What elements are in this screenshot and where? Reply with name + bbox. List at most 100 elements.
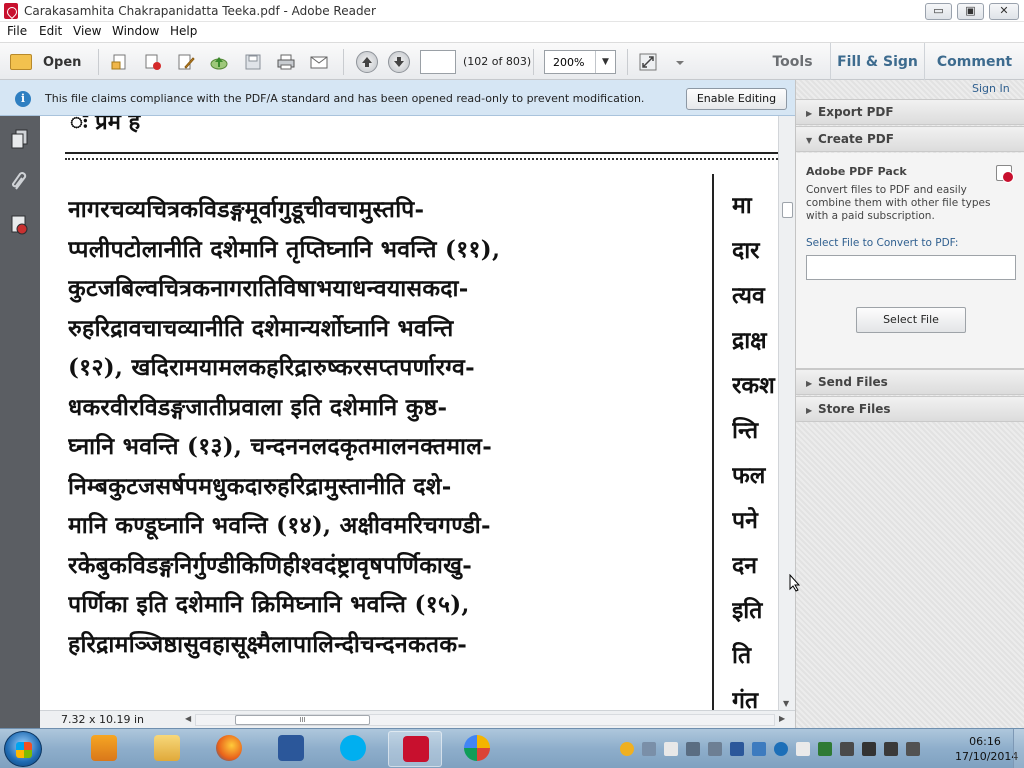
- title-bar: Carakasamhita Chakrapanidatta Teeka.pdf …: [0, 0, 1024, 22]
- document-top-fragment: ः प्रमं ह: [70, 116, 141, 135]
- send-files-header[interactable]: ▶ Send Files: [796, 369, 1024, 395]
- customize-toolbar-button[interactable]: [668, 50, 692, 74]
- chevron-down-icon[interactable]: ▼: [595, 51, 615, 73]
- tray-app-icon[interactable]: [642, 742, 656, 756]
- page-thumbnails-icon[interactable]: [9, 128, 31, 150]
- menu-view[interactable]: View: [73, 24, 101, 38]
- taskbar-adobe-reader[interactable]: [388, 731, 442, 767]
- taskbar-explorer[interactable]: [140, 731, 194, 767]
- update-icon[interactable]: [774, 742, 788, 756]
- store-files-header[interactable]: ▶ Store Files: [796, 396, 1024, 422]
- maximize-button[interactable]: ▣: [957, 3, 984, 20]
- tray-app-icon[interactable]: [620, 742, 634, 756]
- taskbar-firefox[interactable]: [202, 731, 256, 767]
- enable-editing-button[interactable]: Enable Editing: [686, 88, 787, 110]
- export-pdf-header[interactable]: ▶ Export PDF: [796, 99, 1024, 125]
- horizontal-scrollbar[interactable]: ◀ III ▶: [185, 714, 785, 726]
- tray-app-icon[interactable]: [840, 742, 854, 756]
- vertical-scrollbar[interactable]: ▼: [778, 116, 795, 710]
- right-column-line: द्राक्ष: [732, 327, 767, 354]
- show-desktop-button[interactable]: [1013, 729, 1024, 768]
- document-line: (१२), खदिरामयामलकहरिद्रारुष्करसप्तपर्णार…: [68, 354, 475, 381]
- tray-app-icon[interactable]: [906, 742, 920, 756]
- zoom-select[interactable]: 200% ▼: [544, 50, 616, 74]
- right-column-line: फल: [732, 462, 766, 489]
- export-pdf-label: Export PDF: [818, 105, 894, 119]
- vertical-scroll-thumb[interactable]: [782, 202, 793, 218]
- send-files-label: Send Files: [818, 375, 888, 389]
- menu-file[interactable]: File: [7, 24, 27, 38]
- taskbar-picasa[interactable]: [450, 731, 504, 767]
- signatures-icon[interactable]: [9, 214, 31, 236]
- adobe-reader-icon: [4, 3, 18, 19]
- sign-in-link[interactable]: Sign In: [972, 82, 1010, 95]
- right-column-line: त्यव: [732, 282, 765, 309]
- create-pdf-button[interactable]: [108, 50, 132, 74]
- horizontal-scroll-thumb[interactable]: III: [235, 715, 370, 725]
- scroll-right-arrow-icon[interactable]: ▶: [779, 714, 785, 723]
- menu-edit[interactable]: Edit: [39, 24, 62, 38]
- create-pdf-body: Adobe PDF Pack Convert files to PDF and …: [796, 153, 1024, 369]
- file-to-convert-field[interactable]: [806, 255, 1016, 280]
- combine-pdf-button[interactable]: [141, 50, 165, 74]
- word-tray-icon[interactable]: [730, 742, 744, 756]
- start-button[interactable]: [4, 731, 42, 767]
- store-files-label: Store Files: [818, 402, 891, 416]
- scroll-left-arrow-icon[interactable]: ◀: [185, 714, 191, 723]
- clock-date[interactable]: 17/10/2014: [955, 750, 1018, 763]
- create-pdf-header[interactable]: ▼ Create PDF: [796, 126, 1024, 152]
- previous-page-button[interactable]: [356, 51, 378, 73]
- taskbar-word[interactable]: [264, 731, 318, 767]
- chevron-down-icon: ▼: [806, 136, 813, 145]
- email-button[interactable]: [307, 50, 331, 74]
- upload-button[interactable]: [207, 50, 231, 74]
- page-number-input[interactable]: [420, 50, 456, 74]
- tray-app-icon[interactable]: [862, 742, 876, 756]
- taskbar: 06:16 17/10/2014: [0, 728, 1024, 768]
- info-message: This file claims compliance with the PDF…: [45, 92, 645, 105]
- pdf-pack-icon[interactable]: [996, 165, 1014, 183]
- dropdown-caret-icon: [676, 61, 684, 65]
- tray-app-icon[interactable]: [818, 742, 832, 756]
- attachments-icon[interactable]: [9, 171, 31, 193]
- edit-pdf-button[interactable]: [174, 50, 198, 74]
- save-icon: [245, 54, 261, 70]
- navigation-pane: [0, 116, 40, 728]
- create-pdf-label: Create PDF: [818, 132, 894, 146]
- document-view[interactable]: ः प्रमं ह नागरचव्यचित्रकविडङ्गमूर्वागुडू…: [40, 116, 778, 710]
- edit-icon: [178, 54, 195, 70]
- tab-tools[interactable]: Tools: [755, 43, 830, 81]
- select-file-label: Select File to Convert to PDF:: [806, 237, 959, 249]
- save-button[interactable]: [241, 50, 265, 74]
- clock-time[interactable]: 06:16: [955, 735, 1015, 748]
- taskbar-media-player[interactable]: [77, 731, 131, 767]
- network-icon[interactable]: [686, 742, 700, 756]
- scroll-down-arrow-icon[interactable]: ▼: [783, 699, 789, 708]
- right-column-line: ति: [732, 642, 752, 669]
- tray-app-icon[interactable]: [796, 742, 810, 756]
- open-button[interactable]: Open: [8, 50, 86, 74]
- next-page-button[interactable]: [388, 51, 410, 73]
- tab-comment[interactable]: Comment: [925, 43, 1024, 81]
- action-center-flag-icon[interactable]: [664, 742, 678, 756]
- select-file-button[interactable]: Select File: [856, 307, 966, 333]
- print-button[interactable]: [274, 50, 298, 74]
- tab-fill-sign[interactable]: Fill & Sign: [830, 43, 925, 81]
- menu-help[interactable]: Help: [170, 24, 197, 38]
- tray-app-icon[interactable]: [884, 742, 898, 756]
- page-dimensions: 7.32 x 10.19 in: [61, 713, 145, 726]
- minimize-button[interactable]: ▭: [925, 3, 952, 20]
- full-screen-button[interactable]: [636, 50, 660, 74]
- taskbar-skype[interactable]: [326, 731, 380, 767]
- arrow-down-icon: [394, 57, 404, 67]
- right-column-line: पने: [732, 507, 758, 534]
- volume-icon[interactable]: [708, 742, 722, 756]
- document-line: प्पलीपटोलानीति दशेमानि तृप्तिघ्नानि भवन्…: [68, 235, 501, 263]
- combine-icon: [145, 54, 161, 70]
- close-button[interactable]: ✕: [989, 3, 1019, 20]
- tray-app-icon[interactable]: [752, 742, 766, 756]
- document-header-rule: [65, 152, 778, 160]
- menu-window[interactable]: Window: [112, 24, 159, 38]
- expand-icon: [639, 53, 657, 71]
- info-icon: i: [15, 91, 31, 107]
